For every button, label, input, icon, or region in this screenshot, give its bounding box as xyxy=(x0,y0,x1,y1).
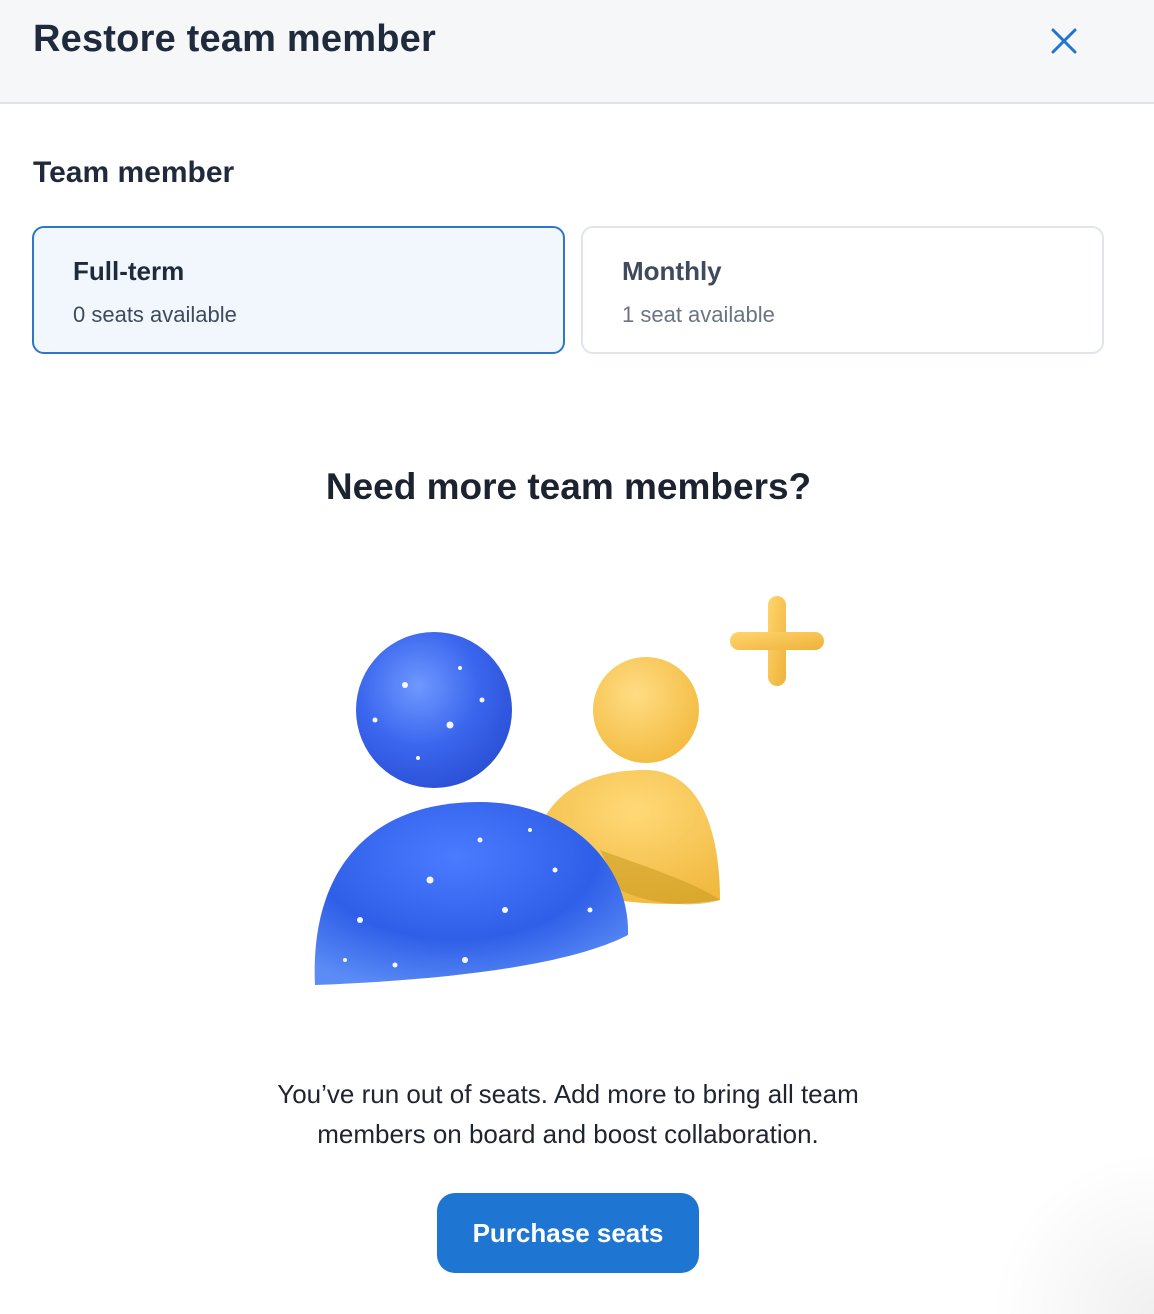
option-full-term[interactable]: Full-term 0 seats available xyxy=(32,226,565,354)
team-member-label: Team member xyxy=(33,156,235,189)
option-name: Monthly xyxy=(622,256,722,286)
option-seats-available: 0 seats available xyxy=(73,302,237,327)
option-name: Full-term xyxy=(73,256,185,286)
close-icon xyxy=(1040,28,1088,68)
option-seats-available: 1 seat available xyxy=(622,302,775,327)
upsell-heading: Need more team members? xyxy=(325,466,812,507)
dialog-header: Restore team member xyxy=(0,0,1154,104)
purchase-seats-button[interactable]: Purchase seats xyxy=(437,1193,699,1273)
close-button[interactable] xyxy=(1040,17,1088,65)
dialog-title: Restore team member xyxy=(33,18,436,60)
corner-shadow xyxy=(990,1150,1154,1314)
option-monthly[interactable]: Monthly 1 seat available xyxy=(581,226,1104,354)
restore-team-member-dialog: Restore team member Team member Full-ter… xyxy=(0,0,1154,1314)
plus-icon xyxy=(730,596,824,686)
upsell-description: You’ve run out of seats. Add more to bri… xyxy=(277,1079,859,1149)
add-team-members-illustration xyxy=(300,580,840,1000)
